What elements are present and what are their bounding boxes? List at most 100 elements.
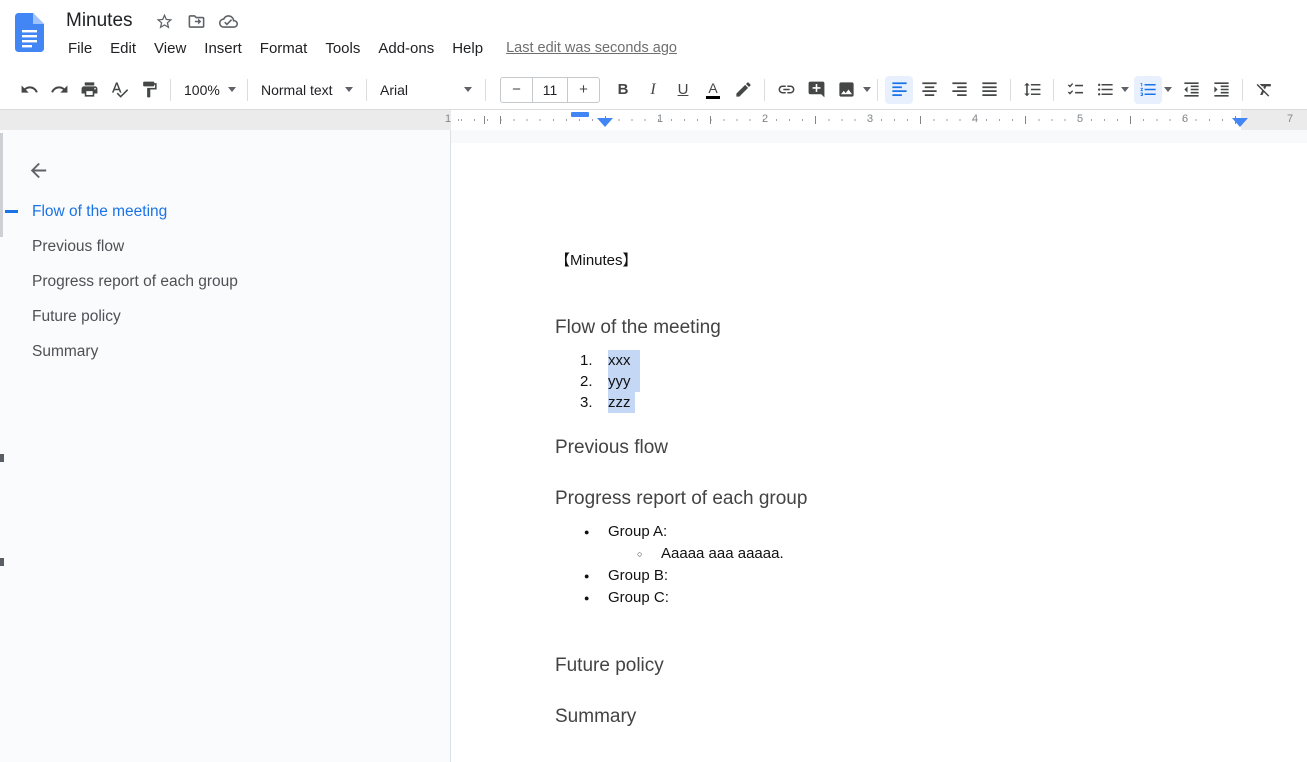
spellcheck-button[interactable] xyxy=(105,76,133,104)
insert-image-button[interactable] xyxy=(832,76,860,104)
numbered-list-item[interactable]: 1.xxx xyxy=(555,350,1307,371)
last-edit-link[interactable]: Last edit was seconds ago xyxy=(506,40,677,56)
chevron-down-icon[interactable] xyxy=(863,87,871,92)
font-dropdown[interactable]: Arial xyxy=(373,76,479,104)
bullet-text[interactable]: Group C: xyxy=(608,589,669,606)
align-center-icon xyxy=(920,80,939,99)
bold-button[interactable]: B xyxy=(609,76,637,104)
line-spacing-button[interactable] xyxy=(1018,76,1046,104)
outline-item-future-policy[interactable]: Future policy xyxy=(0,299,450,334)
doc-heading-progress[interactable]: Progress report of each group xyxy=(555,488,1307,510)
doc-heading-flow[interactable]: Flow of the meeting xyxy=(555,317,1307,339)
link-icon xyxy=(777,80,796,99)
outline-item-summary[interactable]: Summary xyxy=(0,334,450,369)
outline-item-flow-of-the-meeting[interactable]: Flow of the meeting xyxy=(0,194,450,229)
document-page[interactable]: 【Minutes】 Flow of the meeting 1.xxx 2.yy… xyxy=(451,143,1307,762)
decrease-font-size-button[interactable]: − xyxy=(501,78,532,102)
checklist-icon xyxy=(1066,80,1085,99)
selected-text[interactable]: xxx xyxy=(608,350,640,371)
align-right-button[interactable] xyxy=(945,76,973,104)
numbered-list-button[interactable] xyxy=(1134,76,1162,104)
menu-file[interactable]: File xyxy=(66,40,101,57)
menu-help[interactable]: Help xyxy=(443,40,492,57)
close-outline-button[interactable] xyxy=(24,156,52,184)
increase-font-size-button[interactable]: + xyxy=(568,78,599,102)
bulleted-list-button[interactable] xyxy=(1091,76,1119,104)
ruler-number: 1 xyxy=(657,110,663,130)
document-canvas: 【Minutes】 Flow of the meeting 1.xxx 2.yy… xyxy=(451,130,1307,762)
menu-insert[interactable]: Insert xyxy=(195,40,251,57)
star-icon[interactable] xyxy=(155,11,175,31)
doc-intro-line[interactable]: 【Minutes】 xyxy=(555,250,1307,271)
outline-item-progress-report[interactable]: Progress report of each group xyxy=(0,264,450,299)
ruler: 1 1 2 3 4 5 6 7 xyxy=(0,110,1307,130)
right-indent-marker[interactable] xyxy=(1232,118,1248,127)
paint-format-icon xyxy=(140,80,159,99)
clear-formatting-button[interactable] xyxy=(1250,76,1278,104)
print-button[interactable] xyxy=(75,76,103,104)
doc-heading-future[interactable]: Future policy xyxy=(555,655,1307,677)
bullet-list-item[interactable]: ●Group C: xyxy=(555,587,1307,609)
screen-edge-artifact xyxy=(0,454,4,462)
menu-tools[interactable]: Tools xyxy=(316,40,369,57)
bullet-icon: ● xyxy=(584,588,608,609)
list-number: 3. xyxy=(580,392,608,413)
ruler-number: 1 xyxy=(445,110,451,130)
highlight-color-button[interactable] xyxy=(729,76,757,104)
bullet-text[interactable]: Aaaaa aaa aaaaa. xyxy=(661,545,784,562)
undo-button[interactable] xyxy=(15,76,43,104)
ruler-number: 3 xyxy=(867,110,873,130)
menu-view[interactable]: View xyxy=(145,40,195,57)
outline-list: Flow of the meeting Previous flow Progre… xyxy=(0,194,450,369)
align-left-button[interactable] xyxy=(885,76,913,104)
cloud-status-icon[interactable] xyxy=(219,11,239,31)
italic-icon: I xyxy=(650,81,655,99)
selected-text[interactable]: zzz xyxy=(608,392,635,413)
increase-indent-button[interactable] xyxy=(1207,76,1235,104)
checklist-button[interactable] xyxy=(1061,76,1089,104)
doc-heading-summary[interactable]: Summary xyxy=(555,706,1307,728)
document-title[interactable]: Minutes xyxy=(66,10,133,32)
bullet-list-item[interactable]: ●Group B: xyxy=(555,565,1307,587)
styles-value: Normal text xyxy=(261,82,333,98)
selected-text[interactable]: yyy xyxy=(608,371,640,392)
styles-dropdown[interactable]: Normal text xyxy=(254,76,360,104)
list-number: 1. xyxy=(580,350,608,371)
add-comment-button[interactable] xyxy=(802,76,830,104)
insert-link-button[interactable] xyxy=(772,76,800,104)
add-comment-icon xyxy=(807,80,826,99)
font-size-input[interactable]: 11 xyxy=(532,78,568,102)
first-line-indent-marker[interactable] xyxy=(571,112,589,117)
paint-format-button[interactable] xyxy=(135,76,163,104)
text-color-button[interactable]: A xyxy=(699,76,727,104)
numbered-list-item[interactable]: 3.zzz xyxy=(555,392,1307,413)
menu-edit[interactable]: Edit xyxy=(101,40,145,57)
zoom-dropdown[interactable]: 100% xyxy=(177,76,241,104)
menu-bar: File Edit View Insert Format Tools Add-o… xyxy=(66,35,677,61)
doc-heading-previous[interactable]: Previous flow xyxy=(555,437,1307,459)
redo-button[interactable] xyxy=(45,76,73,104)
bullet-circle-icon: ○ xyxy=(637,544,661,565)
bullet-list-subitem[interactable]: ○Aaaaa aaa aaaaa. xyxy=(555,543,1307,565)
menu-addons[interactable]: Add-ons xyxy=(369,40,443,57)
outline-item-previous-flow[interactable]: Previous flow xyxy=(0,229,450,264)
bullet-text[interactable]: Group B: xyxy=(608,567,668,584)
numbered-list-item[interactable]: 2.yyy xyxy=(555,371,1307,392)
chevron-down-icon xyxy=(345,87,353,92)
undo-icon xyxy=(20,80,39,99)
docs-logo[interactable] xyxy=(15,13,44,53)
left-indent-marker[interactable] xyxy=(597,118,613,127)
spellcheck-icon xyxy=(110,80,129,99)
menu-format[interactable]: Format xyxy=(251,40,317,57)
bullet-list-item[interactable]: ●Group A: xyxy=(555,521,1307,543)
italic-button[interactable]: I xyxy=(639,76,667,104)
underline-button[interactable]: U xyxy=(669,76,697,104)
toolbar-separator xyxy=(1053,79,1054,101)
align-center-button[interactable] xyxy=(915,76,943,104)
decrease-indent-button[interactable] xyxy=(1177,76,1205,104)
justify-button[interactable] xyxy=(975,76,1003,104)
move-folder-icon[interactable] xyxy=(187,11,207,31)
chevron-down-icon[interactable] xyxy=(1164,87,1172,92)
bullet-text[interactable]: Group A: xyxy=(608,523,667,540)
chevron-down-icon[interactable] xyxy=(1121,87,1129,92)
